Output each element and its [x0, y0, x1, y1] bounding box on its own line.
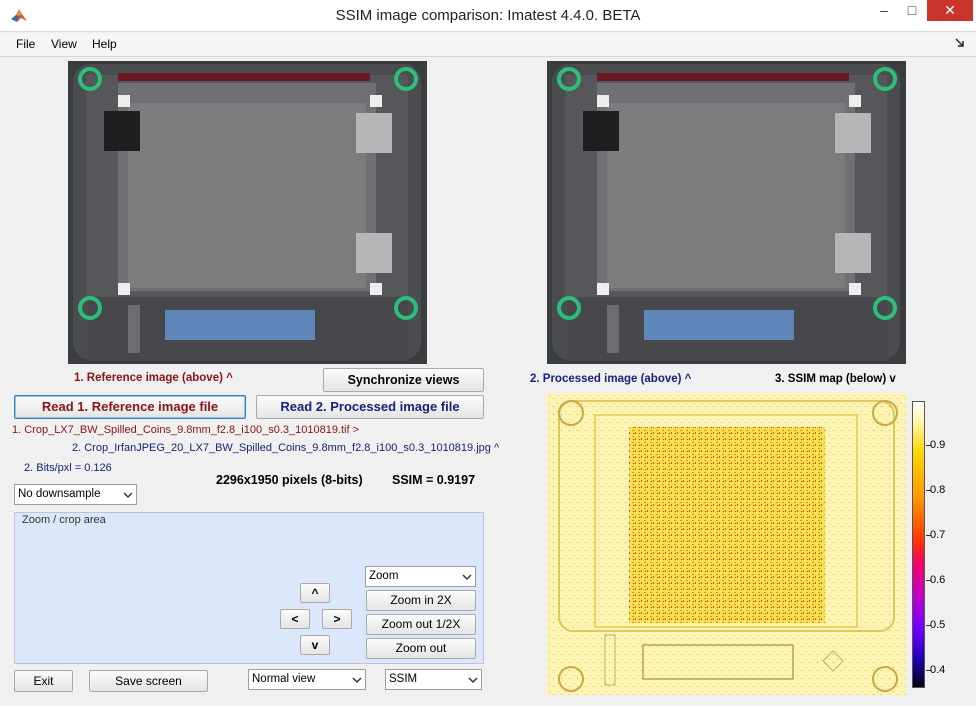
- synchronize-views-button[interactable]: Synchronize views: [323, 368, 484, 392]
- colorbar-tick-label: 0.4: [930, 664, 946, 676]
- colorbar-tick-label: 0.8: [930, 484, 946, 496]
- reference-image[interactable]: [68, 61, 427, 364]
- menu-help[interactable]: Help: [92, 33, 117, 57]
- maximize-button[interactable]: □: [898, 0, 926, 21]
- exit-button[interactable]: Exit: [14, 670, 73, 692]
- downsample-select-value: No downsample: [18, 488, 101, 500]
- display-select[interactable]: SSIM: [385, 669, 482, 690]
- display-select-value: SSIM: [389, 673, 418, 685]
- menu-view[interactable]: View: [51, 33, 77, 57]
- ssim-map-label: 3. SSIM map (below) v: [775, 373, 896, 385]
- ssim-map-image[interactable]: [547, 393, 906, 695]
- ssim-colorbar: [912, 401, 925, 688]
- zoom-out-button[interactable]: Zoom out: [366, 638, 476, 659]
- image-size-text: 2296x1950 pixels (8-bits): [216, 473, 363, 487]
- colorbar-tick-label: 0.5: [930, 619, 946, 631]
- processed-image[interactable]: [547, 61, 906, 364]
- ssim-value: SSIM = 0.9197: [392, 473, 476, 487]
- bits-per-pixel: 2. Bits/pxl = 0.126: [24, 462, 112, 474]
- minimize-button[interactable]: –: [870, 0, 898, 21]
- pan-up-button[interactable]: ^: [300, 583, 330, 603]
- chevron-down-icon: [352, 677, 362, 684]
- processed-image-label: 2. Processed image (above) ^: [530, 373, 692, 385]
- save-screen-button[interactable]: Save screen: [89, 670, 208, 692]
- menu-bar: File View Help: [0, 33, 976, 57]
- read-processed-button[interactable]: Read 2. Processed image file: [256, 395, 484, 419]
- read-reference-button[interactable]: Read 1. Reference image file: [14, 395, 246, 419]
- downsample-select[interactable]: No downsample: [14, 484, 137, 505]
- colorbar-tick-label: 0.7: [930, 529, 946, 541]
- colorbar-tick-label: 0.9: [930, 439, 946, 451]
- pan-right-button[interactable]: >: [322, 609, 352, 629]
- processed-filename: 2. Crop_IrfanJPEG_20_LX7_BW_Spilled_Coin…: [72, 442, 500, 454]
- zoom-in-button[interactable]: Zoom in 2X: [366, 590, 476, 611]
- dock-arrow-icon[interactable]: [955, 38, 965, 48]
- zoom-mode-select[interactable]: Zoom: [365, 566, 476, 587]
- zoom-out-half-button[interactable]: Zoom out 1/2X: [366, 614, 476, 635]
- pan-left-button[interactable]: <: [280, 609, 310, 629]
- menu-file[interactable]: File: [16, 33, 35, 57]
- reference-filename: 1. Crop_LX7_BW_Spilled_Coins_9.8mm_f2.8_…: [12, 424, 360, 436]
- reference-image-label: 1. Reference image (above) ^: [74, 372, 233, 384]
- chevron-down-icon: [468, 677, 478, 684]
- view-mode-select-value: Normal view: [252, 673, 316, 685]
- window-title: SSIM image comparison: Imatest 4.4.0. BE…: [335, 7, 641, 24]
- pan-down-button[interactable]: v: [300, 635, 330, 655]
- zoom-crop-panel-title: Zoom / crop area: [21, 514, 107, 526]
- view-mode-select[interactable]: Normal view: [248, 669, 366, 690]
- chevron-down-icon: [123, 492, 133, 499]
- colorbar-tick-label: 0.6: [930, 574, 946, 586]
- close-button[interactable]: ✕: [927, 0, 973, 21]
- zoom-mode-select-value: Zoom: [369, 570, 399, 582]
- chevron-down-icon: [462, 574, 472, 581]
